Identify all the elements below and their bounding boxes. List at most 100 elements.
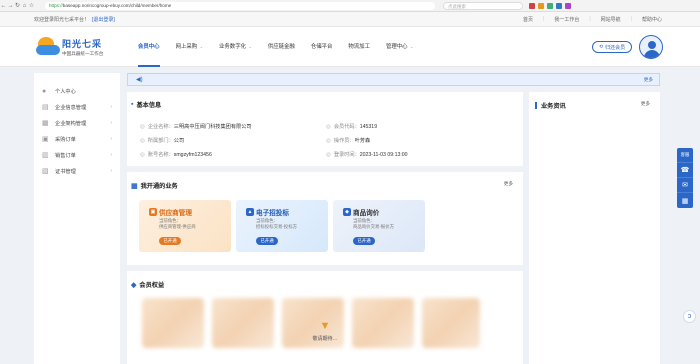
brand: 阳光七采 中国兵器统一工作台	[62, 37, 103, 57]
return-icon: ⟲	[598, 44, 604, 50]
opened-button[interactable]: 已开通	[353, 237, 375, 245]
news-panel: 业务资讯 更多	[529, 92, 660, 364]
menu-label: 网上采购	[175, 44, 198, 50]
right-toolbar: 客服 ☎ ✉ ▦	[677, 148, 693, 208]
menu-label: 仓储平台	[310, 44, 333, 50]
sidebar-item-sales-orders[interactable]: ▥ 销售订单 ›	[34, 147, 120, 163]
brand-logo[interactable]	[36, 35, 60, 57]
sidebar-item-company-info[interactable]: ▤ 企业信息管理 ›	[34, 99, 120, 115]
menu-management[interactable]: 管理中心 ⌄	[378, 27, 421, 67]
top-link-home[interactable]: 首页	[523, 16, 533, 23]
menu-label: 管理中心	[385, 44, 408, 50]
site-header: 阳光七采 中国兵器统一工作台 会员中心 网上采购 ⌄ 业务数字化 ⌄ 供应链金融…	[0, 27, 700, 67]
menu-label: 业务数字化	[219, 44, 246, 50]
forward-icon[interactable]: →	[7, 3, 14, 9]
mail-icon[interactable]: ✉	[677, 178, 693, 193]
menu-member-center[interactable]: 会员中心	[130, 27, 168, 67]
business-more-link[interactable]: 更多	[504, 181, 513, 187]
coming-soon: ▼ 敬请期待…	[300, 320, 350, 342]
news-more-link[interactable]: 更多	[641, 101, 650, 107]
benefit-placeholder	[422, 298, 480, 348]
sidebar-item-company-structure[interactable]: ▦ 企业架构管理 ›	[34, 115, 120, 131]
top-link-help[interactable]: 帮助中心	[642, 16, 662, 23]
sidebar-item-certificates[interactable]: ▧ 证书管理 ›	[34, 163, 120, 179]
menu-label: 会员中心	[138, 44, 160, 50]
account-icon: ◎	[140, 151, 145, 158]
star-icon[interactable]: ☆	[28, 2, 35, 9]
chevron-right-icon: ›	[110, 168, 112, 174]
sidebar-item-purchase-orders[interactable]: ▣ 采购订单 ›	[34, 131, 120, 147]
user-icon: ●	[42, 87, 47, 95]
company-icon: ◎	[140, 123, 145, 130]
return-member-label: 归还会员	[605, 44, 626, 51]
gavel-icon: ▲	[246, 208, 254, 216]
business-card-inquiry[interactable]: ◆ 商品询价 当前角色： 商品询价交易-报价方 已开通	[333, 200, 425, 252]
menu-online-purchase[interactable]: 网上采购 ⌄	[168, 27, 211, 67]
qrcode-icon[interactable]: ▦	[677, 193, 693, 208]
business-card-bidding[interactable]: ▲ 电子招投标 当前角色： 招标投标交易-投标方 已开通	[236, 200, 328, 252]
extension-icon[interactable]	[538, 2, 544, 9]
account-row: ◎ 账号名称： smgzyfm123456	[140, 151, 212, 159]
diamond-icon: ◆	[131, 281, 137, 289]
certificate-icon: ▧	[42, 167, 49, 175]
url-text: baseapp.norincogroup-ebuy.com/child/memb…	[62, 3, 172, 8]
brand-name: 阳光七采	[62, 39, 103, 49]
browser-search-input[interactable]: 点此搜索	[443, 1, 523, 10]
opened-button[interactable]: 已开通	[159, 237, 181, 245]
chevron-right-icon: ›	[110, 152, 112, 158]
opened-button[interactable]: 已开通	[256, 237, 278, 245]
customer-service-button[interactable]: 客服	[677, 148, 693, 163]
card-role: 商品询价交易-报价方	[353, 224, 394, 229]
chevron-down-icon: ⌄	[410, 44, 414, 49]
department-row: ◎ 所属部门： 公司	[140, 137, 185, 145]
benefit-placeholder	[142, 298, 204, 348]
top-link-workbench[interactable]: 我一工作台	[554, 16, 579, 23]
chevron-right-icon: ›	[110, 104, 112, 110]
extension-icon[interactable]	[547, 2, 553, 9]
menu-warehouse[interactable]: 仓储平台	[303, 27, 341, 67]
doc-icon: ▪	[131, 101, 134, 108]
address-bar[interactable]: https:// baseapp.norincogroup-ebuy.com/c…	[45, 1, 435, 10]
extension-icon[interactable]	[556, 2, 562, 9]
speaker-icon: ◀)	[136, 77, 143, 83]
brand-slogan: 中国兵器统一工作台	[62, 51, 104, 56]
diamond-icon: ▼	[319, 320, 331, 332]
extension-icon[interactable]	[529, 2, 535, 9]
news-title: 业务资讯	[535, 101, 566, 110]
logout-link[interactable]: [退出登录]	[92, 16, 115, 23]
sidebar-item-label: 企业信息管理	[55, 104, 87, 111]
business-title: ▦ 我开通的业务	[131, 182, 178, 191]
chevron-right-icon: ›	[110, 120, 112, 126]
extension-icon[interactable]	[565, 2, 571, 9]
menu-supply-finance[interactable]: 供应链金融	[260, 27, 303, 67]
price-tag-icon: ◆	[343, 208, 351, 216]
menu-label: 物流加工	[348, 44, 370, 50]
avatar[interactable]	[639, 35, 663, 59]
chevron-down-icon: ⌄	[199, 44, 204, 49]
card-role: 供应商管理-供应商	[159, 224, 196, 229]
return-member-button[interactable]: ⟲ 归还会员	[592, 41, 632, 53]
menu-digitization[interactable]: 业务数字化 ⌄	[211, 27, 260, 67]
main-menu: 会员中心 网上采购 ⌄ 业务数字化 ⌄ 供应链金融 仓储平台 物流加工 管理中心…	[130, 27, 421, 67]
notice-more-link[interactable]: 更多	[644, 77, 653, 83]
url-scheme: https://	[49, 3, 63, 8]
sidebar-item-label: 销售订单	[55, 152, 76, 159]
reload-icon[interactable]: ↻	[14, 2, 21, 9]
welcome-text: 欢迎登录阳光七采平台！	[34, 16, 90, 23]
sidebar-item-label: 证书管理	[55, 168, 76, 175]
top-link-sitemap[interactable]: 网站导航	[601, 16, 621, 23]
sidebar-item-personal[interactable]: ● 个人中心	[34, 83, 120, 99]
extension-icons	[529, 2, 571, 9]
chat-icon[interactable]: ↄ	[683, 310, 696, 323]
notice-bar: ◀) 更多	[127, 73, 660, 86]
menu-logistics[interactable]: 物流加工	[340, 27, 378, 67]
phone-icon[interactable]: ☎	[677, 163, 693, 178]
benefit-placeholder	[352, 298, 414, 348]
benefit-placeholder	[212, 298, 274, 348]
home-icon[interactable]: ⌂	[21, 3, 28, 9]
back-icon[interactable]: ←	[0, 3, 7, 9]
operator-row: ◎ 操作员： 叶芳森	[326, 137, 371, 145]
sidebar-item-label: 个人中心	[55, 88, 76, 95]
business-card-supplier[interactable]: ▣ 供应商管理 当前角色： 供应商管理-供应商 已开通	[139, 200, 231, 252]
top-links: 首页 | 我一工作台 | 网站导航 | 帮助中心	[523, 16, 662, 23]
